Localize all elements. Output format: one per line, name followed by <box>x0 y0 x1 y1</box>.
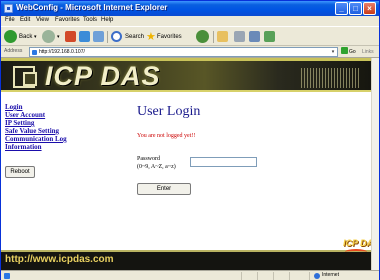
password-label: Password (0~9, A~Z, a~z) <box>137 155 176 171</box>
status-cell <box>273 272 274 280</box>
footer-logo-swoosh <box>345 249 367 255</box>
edit-page-icon[interactable] <box>249 31 260 42</box>
chevron-down-icon[interactable]: ▾ <box>330 49 336 55</box>
internet-zone-icon <box>314 273 320 279</box>
nav-safe-value-setting[interactable]: Safe Value Setting <box>5 127 115 135</box>
menu-favorites[interactable]: Favorites <box>55 17 80 23</box>
page-content: ICP DAS Login User Account IP Setting Sa… <box>1 58 371 270</box>
side-nav: Login User Account IP Setting Safe Value… <box>5 103 115 151</box>
home-icon[interactable] <box>93 31 104 42</box>
password-label-text: Password <box>137 156 161 162</box>
mail-icon[interactable] <box>217 31 228 42</box>
banner-decoration <box>301 68 361 88</box>
search-button-label[interactable]: Search <box>125 30 144 44</box>
login-status-message: You are not logged yet!! <box>137 133 196 139</box>
ie-page-icon <box>4 4 13 13</box>
page-footer: http://www.icpdas.com <box>1 250 371 270</box>
address-bar: Address http://192.168.0.107/ ▾ Go Links <box>1 46 379 58</box>
security-zone-label: Internet <box>322 272 339 278</box>
password-field[interactable] <box>190 157 257 167</box>
favorites-button-label[interactable]: Favorites <box>157 30 182 44</box>
nav-communication-log[interactable]: Communication Log <box>5 135 115 143</box>
menu-help[interactable]: Help <box>101 17 113 23</box>
back-icon[interactable] <box>4 30 17 43</box>
window-title: WebConfig - Microsoft Internet Explorer <box>16 3 168 12</box>
toolbar-separator <box>213 31 214 43</box>
icpdas-footer-logo: ICP DAS <box>341 236 371 260</box>
enter-button[interactable]: Enter <box>137 183 191 195</box>
minimize-button[interactable]: _ <box>335 2 348 15</box>
history-icon[interactable] <box>196 30 209 43</box>
footer-url-link[interactable]: http://www.icpdas.com <box>5 254 114 265</box>
page-loaded-icon <box>4 273 10 279</box>
status-cell <box>309 272 310 280</box>
menu-tools[interactable]: Tools <box>83 17 97 23</box>
favorites-icon[interactable]: ★ <box>146 30 156 44</box>
password-hint: (0~9, A~Z, a~z) <box>137 164 176 170</box>
search-icon[interactable] <box>111 31 122 42</box>
banner-bottom-stripe <box>1 90 371 92</box>
forward-icon[interactable] <box>42 30 55 43</box>
print-icon[interactable] <box>234 31 245 42</box>
maximize-button[interactable]: □ <box>349 2 362 15</box>
nav-user-account[interactable]: User Account <box>5 111 115 119</box>
refresh-icon[interactable] <box>79 31 90 42</box>
menu-bar: File Edit View Favorites Tools Help <box>1 16 379 26</box>
forward-dropdown-icon[interactable]: ▾ <box>57 30 60 44</box>
messenger-icon[interactable] <box>264 31 275 42</box>
links-button[interactable]: Links <box>362 49 374 55</box>
title-bar[interactable]: WebConfig - Microsoft Internet Explorer … <box>1 1 379 16</box>
menu-file[interactable]: File <box>5 17 15 23</box>
go-button[interactable]: Go <box>341 47 359 57</box>
status-cell <box>257 272 258 280</box>
reboot-button[interactable]: Reboot <box>5 166 35 178</box>
nav-login[interactable]: Login <box>5 103 115 111</box>
address-input[interactable]: http://192.168.0.107/ ▾ <box>29 47 338 57</box>
footer-stripe <box>1 250 371 252</box>
icpdas-banner: ICP DAS <box>1 58 371 92</box>
nav-ip-setting[interactable]: IP Setting <box>5 119 115 127</box>
toolbar-separator <box>107 31 108 43</box>
menu-edit[interactable]: Edit <box>20 17 30 23</box>
browser-window: WebConfig - Microsoft Internet Explorer … <box>0 0 380 280</box>
stop-icon[interactable] <box>65 31 76 42</box>
vertical-scrollbar[interactable] <box>371 58 379 270</box>
toolbar: Back ▾ ▾ Search ★ Favorites <box>1 26 379 46</box>
back-button-label[interactable]: Back <box>19 30 32 44</box>
close-button[interactable]: × <box>363 2 376 15</box>
back-dropdown-icon[interactable]: ▾ <box>34 30 37 44</box>
nav-information[interactable]: Information <box>5 143 115 151</box>
address-label: Address <box>4 48 23 54</box>
status-bar: Internet <box>1 270 379 280</box>
status-cell <box>241 272 242 280</box>
status-cell <box>289 272 290 280</box>
page-icon <box>32 50 37 55</box>
menu-view[interactable]: View <box>36 17 49 23</box>
banner-brand: ICP DAS <box>45 61 161 91</box>
address-value[interactable]: http://192.168.0.107/ <box>39 49 85 55</box>
page-title: User Login <box>137 104 201 119</box>
banner-logo-mark-inner <box>23 72 37 86</box>
footer-logo-text: ICP DAS <box>343 238 371 248</box>
